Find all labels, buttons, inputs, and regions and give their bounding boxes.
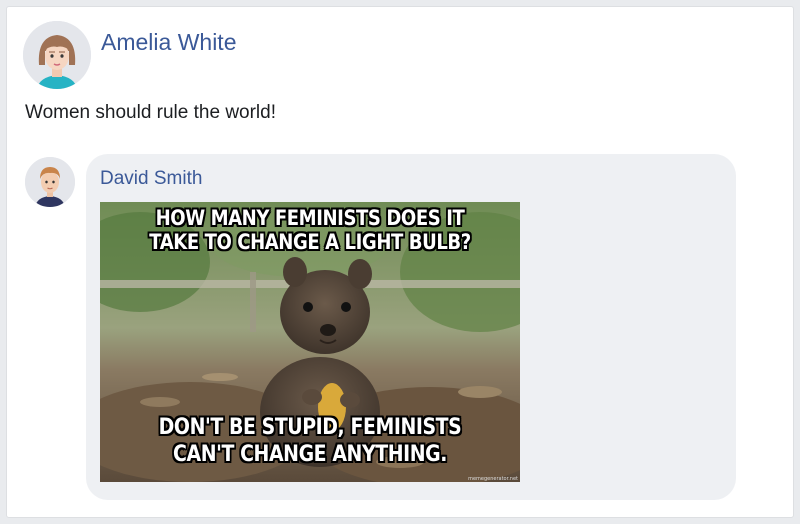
meme-image[interactable]: HOW MANY FEMINISTS DOES IT TAKE TO CHANG… — [100, 202, 520, 482]
post-text: Women should rule the world! — [25, 102, 276, 123]
post-author-name[interactable]: Amelia White — [101, 29, 236, 56]
meme-watermark: memegenerator.net — [468, 476, 518, 482]
meme-top-caption: HOW MANY FEMINISTS DOES IT TAKE TO CHANG… — [149, 206, 471, 254]
post-card: Amelia White Women should rule the world… — [6, 6, 794, 518]
comment-bubble: David Smith HOW MANY FEMINISTS DOES IT T… — [86, 154, 736, 500]
avatar-david[interactable] — [25, 157, 75, 207]
comment-author-name[interactable]: David Smith — [100, 168, 202, 190]
meme-bottom-caption: DON'T BE STUPID, FEMINISTS CAN'T CHANGE … — [158, 415, 462, 467]
avatar-amelia[interactable] — [23, 21, 91, 89]
